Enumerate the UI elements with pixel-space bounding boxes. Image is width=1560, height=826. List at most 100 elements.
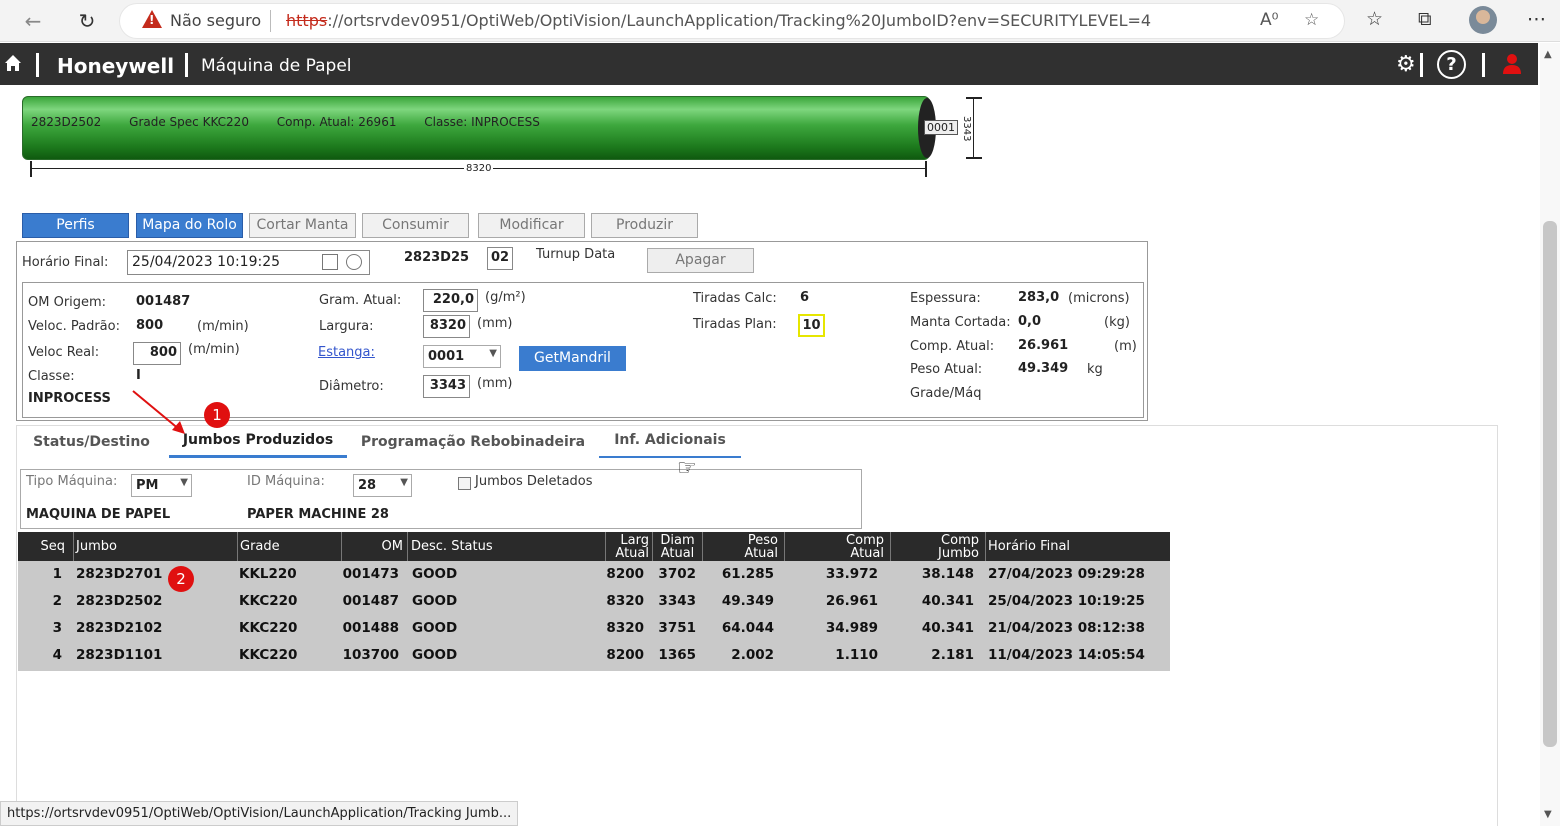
table-row[interactable]: 3 2823D2102 KKC220 001488 GOOD 8320 3751 64.044… [18,619,1170,643]
annotation-badge-2: 2 [168,566,194,592]
scroll-up-icon[interactable]: ▲ [1544,49,1552,60]
gram-unit: (g/m²) [485,290,526,305]
table-row[interactable]: 4 2823D1101 KKC220 103700 GOOD 8200 1365 2.002 1… [18,646,1170,670]
col-grade[interactable]: Grade [238,532,342,561]
scroll-down-icon[interactable]: ▼ [1544,809,1552,820]
cell-grade: KKC220 [239,647,298,663]
cell-comp: 33.972 [825,566,878,582]
address-bar[interactable]: Não seguro https://ortsrvdev0951/OptiWeb… [120,4,1344,38]
profile-avatar[interactable] [1469,6,1497,34]
gram-atual-label: Gram. Atual: [319,293,402,308]
id-maquina-label: ID Máquina: [247,474,325,489]
col-comp-atual[interactable]: Comp Atual [785,532,891,561]
cell-desc: GOOD [412,620,458,636]
cell-desc: GOOD [412,647,458,663]
annotation-arrow [132,390,185,434]
estanga-select[interactable]: 0001 ▼ [423,345,501,368]
modificar-button[interactable]: Modificar [478,213,585,238]
home-icon[interactable] [4,54,22,72]
tipo-maquina-value: PM [136,478,159,493]
col-horario-final[interactable]: Horário Final [986,532,1170,561]
grade-maq-label: Grade/Máq [910,386,982,401]
perfis-button[interactable]: Perfis [22,213,129,238]
gram-atual-input[interactable]: 220,0 [423,289,478,312]
id-maquina-select[interactable]: 28 ▼ [353,474,412,497]
cell-diam: 3751 [658,620,696,636]
tipo-maquina-select[interactable]: PM ▼ [131,474,192,497]
tiradas-calc-value: 6 [800,290,810,305]
collections-icon[interactable]: ⧉ [1418,8,1432,30]
more-menu-icon[interactable]: ⋯ [1527,8,1546,30]
cell-om: 001488 [342,620,399,636]
cell-seq: 2 [52,593,62,609]
cortar-manta-button[interactable]: Cortar Manta [249,213,356,238]
om-origem-label: OM Origem: [28,295,107,310]
diametro-input[interactable]: 3343 [423,375,470,398]
getmandril-button[interactable]: GetMandril [519,346,626,371]
largura-input[interactable]: 8320 [423,315,470,338]
veloc-real-input[interactable]: 800 [133,342,181,365]
diametro-label: Diâmetro: [319,379,384,394]
jumbos-deletados-checkbox[interactable] [458,477,471,490]
produzir-button[interactable]: Produzir [591,213,698,238]
veloc-padrao-unit: (m/min) [197,319,249,334]
cell-om: 001487 [342,593,399,609]
cell-jumbo: 2823D2701 [76,566,163,582]
back-icon[interactable]: ← [20,8,46,34]
cell-om: 103700 [342,647,399,663]
help-icon[interactable]: ? [1437,50,1466,79]
user-icon[interactable] [1502,53,1522,75]
add-favorite-icon[interactable]: ☆ [1304,10,1319,30]
mapa-do-rolo-button[interactable]: Mapa do Rolo [136,213,243,238]
col-larg-atual[interactable]: Larg Atual [606,532,653,561]
clock-icon[interactable] [346,254,362,270]
read-aloud-icon[interactable]: A⁰ [1260,10,1278,30]
status-bar-url: https://ortsrvdev0951/OptiWeb/OptiVision… [0,801,518,826]
comp-atual-label: Comp. Atual: [910,339,995,354]
gear-icon[interactable]: ⚙ [1396,52,1416,77]
jumbo-suffix-input[interactable]: 02 [487,247,513,270]
app-header: Honeywell Máquina de Papel ⚙ ? [0,43,1538,85]
col-diam-line2: Atual [660,546,695,561]
col-comp-line2: Atual [850,546,884,561]
dimension-tick [966,97,982,99]
consumir-button[interactable]: Consumir [362,213,469,238]
tiradas-calc-label: Tiradas Calc: [693,291,777,306]
tab-jumbos-produzidos[interactable]: Jumbos Produzidos [169,432,347,458]
apagar-button[interactable]: Apagar [647,248,754,273]
favorites-icon[interactable]: ☆ [1366,8,1383,30]
table-row[interactable]: 2 2823D2502 KKC220 001487 GOOD 8320 3343 49.349… [18,592,1170,616]
col-om[interactable]: OM [342,532,408,561]
col-peso-atual[interactable]: Peso Atual [703,532,785,561]
veloc-real-label: Veloc Real: [28,345,100,360]
refresh-icon[interactable]: ↻ [74,8,100,34]
largura-label: Largura: [319,319,374,334]
col-seq[interactable]: Seq [18,532,74,561]
cell-peso: 61.285 [721,566,774,582]
diametro-unit: (mm) [477,376,513,391]
om-origem-value: 001487 [136,294,191,309]
roll-end-label: 0001 [924,120,958,135]
scroll-thumb[interactable] [1543,221,1557,747]
jumbos-deletados-label: Jumbos Deletados [475,474,593,489]
cell-horario: 11/04/2023 14:05:54 [988,647,1145,663]
col-jumbo[interactable]: Jumbo [74,532,238,561]
tab-inf-adicionais[interactable]: Inf. Adicionais [599,432,741,458]
col-comp-jumbo[interactable]: Comp Jumbo [891,532,986,561]
col-desc-status[interactable]: Desc. Status [408,532,606,561]
address-divider [270,10,271,32]
estanga-link[interactable]: Estanga: [318,345,375,360]
url-text[interactable]: https://ortsrvdev0951/OptiWeb/OptiVision… [286,11,1151,30]
cell-comp: 26.961 [825,593,878,609]
manta-cortada-label: Manta Cortada: [910,315,1011,330]
app-title: Máquina de Papel [201,56,352,76]
col-diam-atual[interactable]: Diam Atual [653,532,703,561]
calendar-icon[interactable] [322,254,338,270]
tab-programacao-rebobinadeira[interactable]: Programação Rebobinadeira [357,434,589,460]
espessura-label: Espessura: [910,291,981,306]
scrollbar[interactable]: ▲ ▼ [1540,43,1560,826]
espessura-value: 283,0 [1018,290,1060,305]
cell-grade: KKC220 [239,620,298,636]
tiradas-plan-input[interactable]: 10 [798,314,825,337]
cell-diam: 3343 [658,593,696,609]
